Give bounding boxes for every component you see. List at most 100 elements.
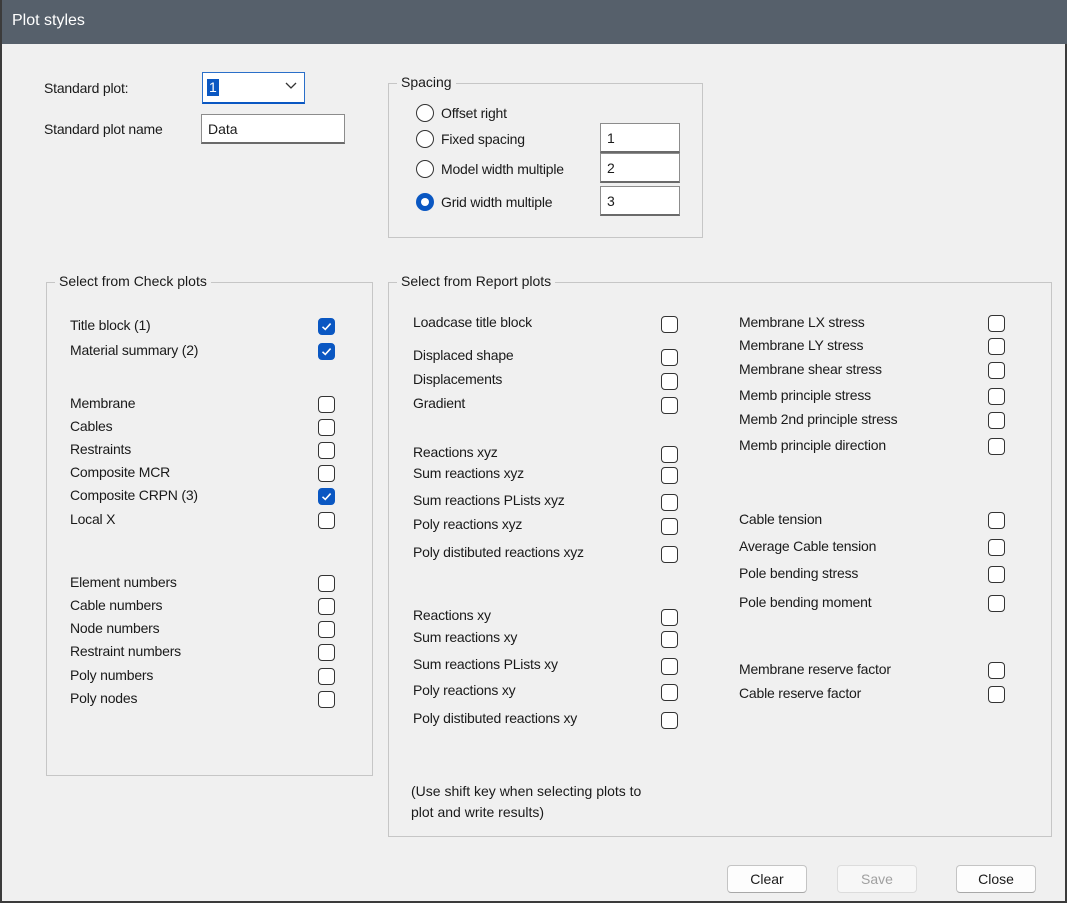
checkbox[interactable] [318,343,335,360]
checkbox[interactable] [318,465,335,482]
dialog-content: Standard plot: 1 Standard plot name Data… [10,44,1060,896]
checkbox[interactable] [318,419,335,436]
spacing-radio[interactable] [416,130,434,148]
spacing-value-field[interactable]: 1 [600,123,680,153]
standard-plot-name-field[interactable]: Data [201,114,345,144]
checkbox[interactable] [318,575,335,592]
shift-key-note-line2: plot and write results) [411,804,545,820]
report-plot-label: Poly distibuted reactions xyz [413,544,584,560]
check-plot-label: Restraint numbers [70,643,181,659]
check-plot-label: Cable numbers [70,597,163,613]
spacing-value-field[interactable]: 3 [600,186,680,216]
checkbox[interactable] [318,442,335,459]
check-plot-label: Restraints [70,441,132,457]
checkbox[interactable] [988,338,1005,355]
check-plot-label: Title block (1) [70,317,151,333]
checkbox[interactable] [318,644,335,661]
checkbox[interactable] [661,658,678,675]
report-plot-label: Pole bending moment [739,594,872,610]
checkmark-icon [321,323,332,331]
report-plot-label: Sum reactions xyz [413,465,524,481]
report-plot-label: Membrane LY stress [739,337,864,353]
checkbox[interactable] [318,318,335,335]
checkbox[interactable] [661,684,678,701]
checkbox[interactable] [661,446,678,463]
checkbox[interactable] [661,467,678,484]
checkbox[interactable] [988,315,1005,332]
spacing-group-title: Spacing [397,74,456,90]
checkbox[interactable] [988,662,1005,679]
check-plot-label: Cables [70,418,113,434]
report-plot-label: Sum reactions xy [413,629,518,645]
checkbox[interactable] [988,595,1005,612]
spacing-radio[interactable] [416,160,434,178]
report-plot-label: Membrane LX stress [739,314,865,330]
check-plot-label: Composite MCR [70,464,171,480]
checkbox[interactable] [988,388,1005,405]
title-bar[interactable]: Plot styles [2,0,1067,44]
report-plot-label: Poly distibuted reactions xy [413,710,578,726]
checkbox[interactable] [661,518,678,535]
report-plot-label: Reactions xy [413,607,491,623]
checkbox[interactable] [318,621,335,638]
spacing-value-field[interactable]: 2 [600,153,680,183]
save-button[interactable]: Save [837,865,917,893]
check-plot-label: Poly numbers [70,667,154,683]
checkbox[interactable] [318,488,335,505]
checkbox[interactable] [318,691,335,708]
spacing-option-label: Grid width multiple [441,194,553,210]
checkbox[interactable] [318,598,335,615]
report-plot-label: Reactions xyz [413,444,498,460]
checkbox[interactable] [661,609,678,626]
chevron-down-icon [285,82,297,89]
check-plots-group-title: Select from Check plots [55,273,211,289]
checkbox[interactable] [988,686,1005,703]
report-plot-label: Cable tension [739,511,823,527]
check-plot-label: Node numbers [70,620,160,636]
report-plot-label: Pole bending stress [739,565,859,581]
check-plot-label: Element numbers [70,574,177,590]
checkbox[interactable] [988,362,1005,379]
standard-plot-name-label: Standard plot name [44,121,163,137]
checkbox[interactable] [988,539,1005,556]
report-plot-label: Displacements [413,371,503,387]
standard-plot-value: 1 [207,79,219,96]
checkbox[interactable] [988,566,1005,583]
checkbox[interactable] [661,712,678,729]
report-plot-label: Displaced shape [413,347,514,363]
spacing-radio[interactable] [416,193,434,211]
shift-key-note-line1: (Use shift key when selecting plots to [411,783,642,799]
standard-plot-combo[interactable]: 1 [202,72,305,104]
spacing-option-label: Fixed spacing [441,131,525,147]
standard-plot-label: Standard plot: [44,80,129,96]
report-plots-group-title: Select from Report plots [397,273,556,289]
report-plot-label: Cable reserve factor [739,685,862,701]
checkbox[interactable] [988,438,1005,455]
checkbox[interactable] [661,373,678,390]
checkbox[interactable] [318,512,335,529]
report-plot-label: Membrane reserve factor [739,661,891,677]
checkbox[interactable] [988,512,1005,529]
checkbox[interactable] [661,397,678,414]
report-plot-label: Average Cable tension [739,538,877,554]
check-plot-label: Local X [70,511,116,527]
close-button[interactable]: Close [956,865,1036,893]
checkbox[interactable] [661,631,678,648]
check-plot-label: Membrane [70,395,136,411]
check-plot-label: Material summary (2) [70,342,199,358]
report-plot-label: Memb 2nd principle stress [739,411,898,427]
check-plot-label: Poly nodes [70,690,138,706]
report-plot-label: Membrane shear stress [739,361,882,377]
clear-button[interactable]: Clear [727,865,807,893]
checkbox[interactable] [318,668,335,685]
report-plot-label: Poly reactions xyz [413,516,523,532]
spacing-radio[interactable] [416,104,434,122]
checkbox[interactable] [988,412,1005,429]
checkbox[interactable] [661,316,678,333]
checkbox[interactable] [661,546,678,563]
checkbox[interactable] [661,494,678,511]
spacing-option-label: Model width multiple [441,161,564,177]
checkmark-icon [321,348,332,356]
checkbox[interactable] [318,396,335,413]
checkbox[interactable] [661,349,678,366]
